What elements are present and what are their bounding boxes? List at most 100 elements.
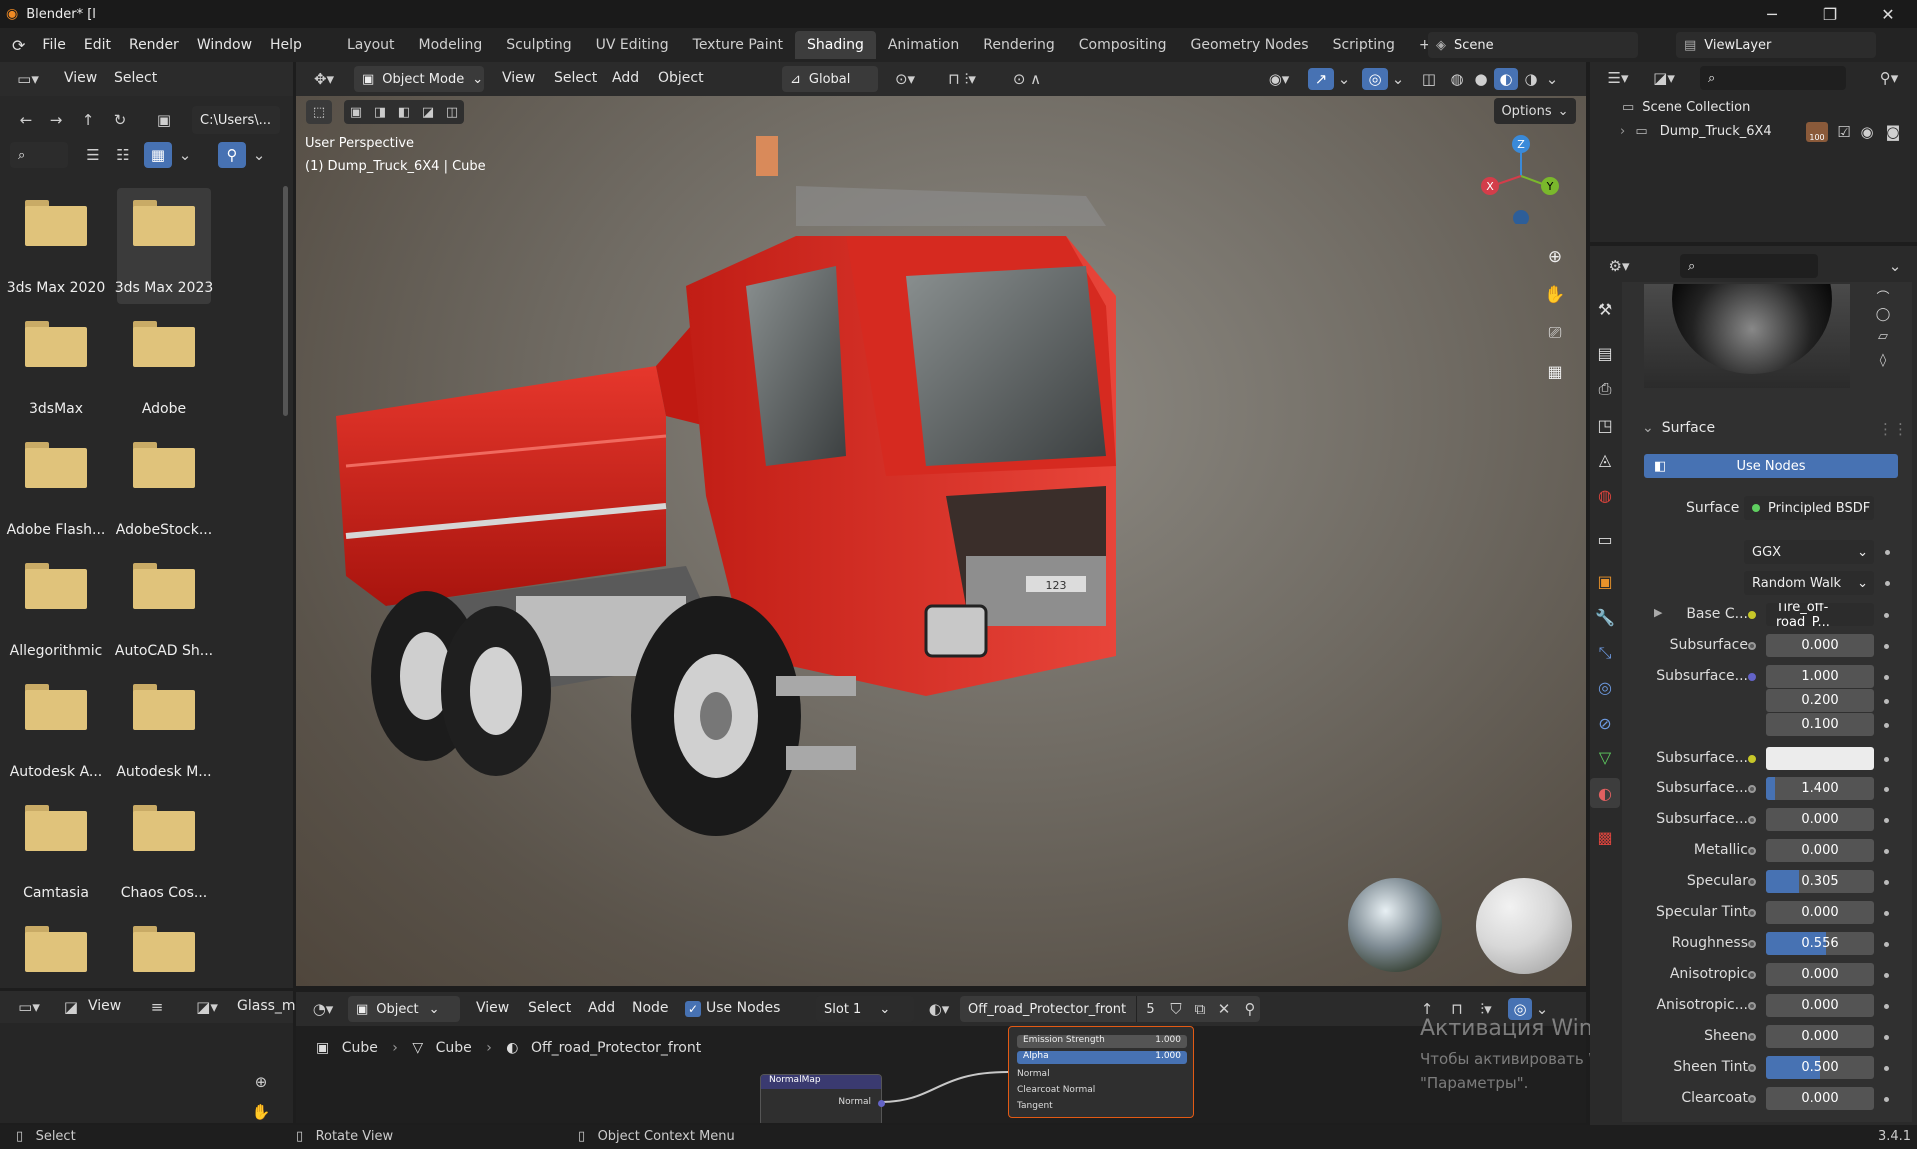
folder-icon[interactable] (133, 805, 195, 851)
preview-cloth-icon[interactable]: ▱ (1870, 326, 1896, 346)
property-value-field[interactable]: 0.000 (1766, 808, 1874, 831)
menu-help[interactable]: Help (261, 37, 311, 53)
principled-bsdf-node[interactable]: Emission Strength 1.000 Alpha 1.000 Normal… (1008, 1026, 1194, 1118)
proportional-edit-icon[interactable]: ⊙ ∧ (1002, 68, 1052, 90)
select-intersect-icon[interactable]: ◫ (446, 105, 458, 120)
expand-triangle-icon[interactable]: ▶ (1654, 606, 1662, 619)
material-browse-icon[interactable]: ◐▾ (922, 998, 956, 1020)
folder-icon[interactable] (133, 926, 195, 972)
property-value-field[interactable]: 0.556 (1766, 932, 1874, 955)
properties-options-icon[interactable]: ⌄ (1884, 254, 1906, 278)
scene-tab-icon[interactable]: ◬ (1590, 444, 1620, 474)
folder-label[interactable]: Chaos Cos... (112, 885, 216, 901)
socket-link-icon[interactable] (1748, 611, 1756, 619)
folder-icon[interactable] (25, 563, 87, 609)
dump-truck-model[interactable]: 123 (326, 136, 1326, 836)
folder-icon[interactable] (25, 805, 87, 851)
keyframe-dot[interactable] (1884, 973, 1889, 978)
overlays-chevron-icon[interactable]: ⌄ (1390, 68, 1406, 90)
socket-link-icon[interactable] (1748, 847, 1756, 855)
tab-rendering[interactable]: Rendering (971, 31, 1067, 59)
keyframe-dot[interactable] (1884, 613, 1889, 618)
texture-tab-icon[interactable]: ▩ (1590, 822, 1620, 852)
vertical-list-icon[interactable]: ☰ (80, 142, 106, 168)
rendered-shading-icon[interactable]: ◑ (1520, 68, 1542, 90)
folder-label[interactable]: Autodesk M... (112, 764, 216, 780)
fb-scrollbar[interactable] (283, 186, 288, 416)
node-menu-view[interactable]: View (476, 1000, 509, 1016)
zoom-icon[interactable]: ⊕ (247, 1068, 275, 1096)
collection-tab-icon[interactable]: ▭ (1590, 524, 1620, 554)
image-editor-type-icon[interactable]: ▭▾ (10, 996, 48, 1018)
outliner-scene-collection[interactable]: ▭ Scene Collection (1622, 100, 1750, 115)
socket-link-icon[interactable] (1748, 673, 1756, 681)
use-nodes-button[interactable]: ◧ Use Nodes (1644, 454, 1898, 478)
pivot-icon[interactable]: ⊙▾ (888, 68, 922, 90)
property-value-field[interactable]: 0.000 (1766, 634, 1874, 657)
keyframe-dot[interactable] (1884, 911, 1889, 916)
mode-selector[interactable]: ▣ Object Mode ⌄ (354, 66, 484, 92)
keyframe-dot[interactable] (1884, 757, 1889, 762)
fb-menu-select[interactable]: Select (114, 70, 157, 86)
material-shading-icon[interactable]: ◐ (1494, 68, 1518, 90)
tab-uv-editing[interactable]: UV Editing (584, 31, 681, 59)
fake-user-icon[interactable]: ⛉ (1164, 998, 1188, 1020)
new-folder-icon[interactable]: ▣ (150, 108, 178, 132)
overlays-icon[interactable]: ◎ (1362, 68, 1388, 90)
folder-icon[interactable] (133, 200, 195, 246)
menu-edit[interactable]: Edit (75, 37, 120, 53)
3d-viewport[interactable]: ⬚ ▣ ◨ ◧ ◪ ◫ Options ⌄ User Perspective (1) Du… (296, 96, 1586, 986)
property-value-field[interactable]: 0.305 (1766, 870, 1874, 893)
horizontal-list-icon[interactable]: ☷ (110, 142, 136, 168)
vp-menu-add[interactable]: Add (612, 70, 639, 86)
display-mode-icon[interactable]: ◪▾ (1646, 66, 1682, 90)
pan-view-icon[interactable]: ✋ (1539, 280, 1571, 310)
select-new-icon[interactable]: ▣ (350, 105, 362, 120)
folder-icon[interactable] (25, 200, 87, 246)
unlink-material-icon[interactable]: ✕ (1212, 998, 1236, 1020)
view-layer-selector[interactable]: ▤ ViewLayer (1676, 32, 1876, 58)
socket-link-icon[interactable] (1748, 785, 1756, 793)
keyframe-dot[interactable] (1884, 644, 1889, 649)
blender-menu-icon[interactable]: ⟳ (12, 36, 25, 55)
eye-visibility-icon[interactable]: ◉ (1858, 122, 1876, 142)
minimize-button[interactable]: ─ (1743, 0, 1801, 28)
tab-scripting[interactable]: Scripting (1321, 31, 1407, 59)
shading-chevron-icon[interactable]: ⌄ (1544, 68, 1560, 90)
property-value-field[interactable]: 0.200 (1766, 689, 1874, 712)
folder-label[interactable]: Autodesk A... (4, 764, 108, 780)
output-tab-icon[interactable]: ⎙ (1590, 374, 1620, 404)
folder-label[interactable]: AdobeStock... (112, 522, 216, 538)
outliner-item-dump-truck[interactable]: › ▭ Dump_Truck_6X4 (1620, 124, 1772, 139)
render-tab-icon[interactable]: ▤ (1590, 338, 1620, 368)
thumbnails-icon[interactable]: ▦ (144, 142, 172, 168)
property-value-field[interactable]: 0.000 (1766, 901, 1874, 924)
duplicate-material-icon[interactable]: ⧉ (1188, 998, 1212, 1020)
socket-link-icon[interactable] (1748, 909, 1756, 917)
physics-tab-icon[interactable]: ◎ (1590, 672, 1620, 702)
scene-selector[interactable]: ◈ Scene (1428, 32, 1638, 58)
subsurface-method-dropdown[interactable]: Random Walk ⌄ (1744, 571, 1874, 595)
keyframe-dot[interactable] (1884, 1004, 1889, 1009)
surface-shader-selector[interactable]: Principled BSDF (1744, 496, 1874, 520)
folder-label[interactable]: 3dsMax (4, 401, 108, 417)
material-tab-icon[interactable]: ◐ (1590, 778, 1620, 808)
keyframe-dot[interactable] (1884, 723, 1889, 728)
modifiers-tab-icon[interactable]: 🔧 (1590, 602, 1620, 632)
node-object-selector[interactable]: ▣ Object ⌄ (348, 996, 460, 1022)
image-browse-icon[interactable]: ◪▾ (192, 996, 222, 1018)
vp-menu-object[interactable]: Object (658, 70, 704, 86)
selection-modes[interactable]: ▣ ◨ ◧ ◪ ◫ (344, 100, 464, 124)
property-value-field[interactable]: 1.400 (1766, 777, 1874, 800)
property-value-field[interactable]: 0.500 (1766, 1056, 1874, 1079)
tab-sculpting[interactable]: Sculpting (494, 31, 583, 59)
keyframe-dot[interactable] (1884, 675, 1889, 680)
keyframe-dot[interactable] (1884, 942, 1889, 947)
socket-link-icon[interactable] (1748, 940, 1756, 948)
folder-label[interactable]: 3ds Max 2020 (4, 280, 108, 296)
section-drag-handle-icon[interactable]: ⋮⋮ (1878, 420, 1908, 438)
property-value-field[interactable]: 0.000 (1766, 839, 1874, 862)
node-editor-type-icon[interactable]: ◔▾ (304, 998, 342, 1020)
properties-search-input[interactable]: ⌕ (1680, 254, 1818, 278)
path-field[interactable]: C:\Users\... (192, 106, 280, 134)
